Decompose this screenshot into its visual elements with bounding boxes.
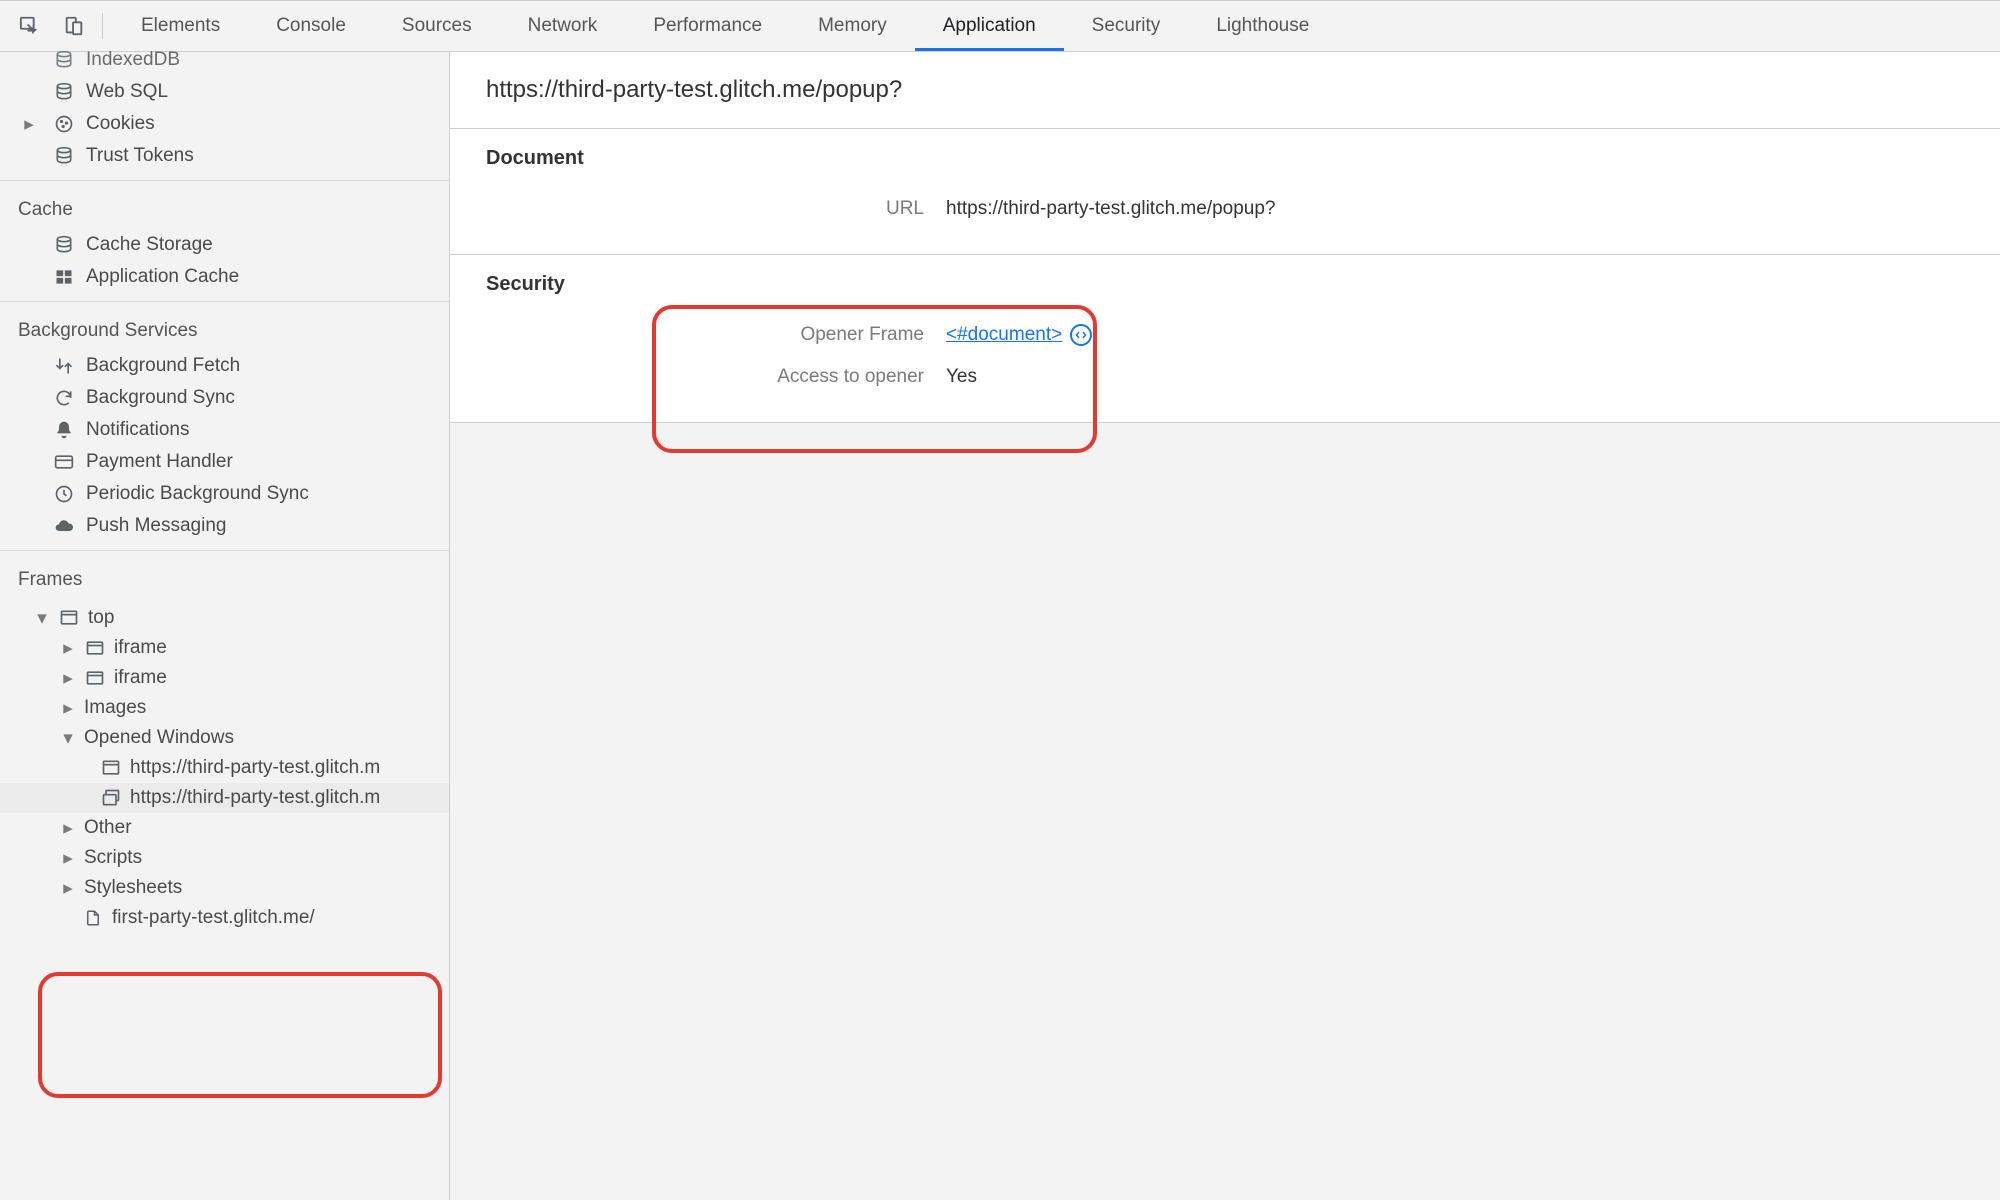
window-icon (100, 757, 122, 779)
chevron-right-icon: ▸ (60, 667, 76, 690)
document-url-value: https://third-party-test.glitch.me/popup… (946, 198, 1276, 220)
tree-item-opened-windows[interactable]: ▾ Opened Windows (0, 723, 449, 753)
database-icon (52, 233, 76, 257)
sidebar-item-periodic-sync[interactable]: Periodic Background Sync (0, 478, 449, 510)
sidebar-item-label: Push Messaging (86, 515, 226, 537)
sidebar-item-label: Trust Tokens (86, 145, 194, 167)
frame-icon (84, 637, 106, 659)
database-icon (52, 80, 76, 104)
credit-card-icon (52, 450, 76, 474)
sidebar-group-background: Background Services (0, 310, 449, 350)
bell-icon (52, 418, 76, 442)
tree-item-label: Scripts (84, 847, 142, 869)
section-document: Document URL https://third-party-test.gl… (450, 129, 2000, 255)
tree-item-iframe[interactable]: ▸ iframe (0, 663, 449, 693)
chevron-down-icon: ▾ (34, 607, 50, 630)
sidebar-item-bg-fetch[interactable]: Background Fetch (0, 350, 449, 382)
tab-application[interactable]: Application (915, 1, 1064, 51)
section-heading-security: Security (486, 273, 1964, 296)
sidebar-item-cache-storage[interactable]: Cache Storage (0, 229, 449, 261)
sidebar-item-label: Cache Storage (86, 234, 213, 256)
sidebar-item-label: Web SQL (86, 81, 168, 103)
chevron-down-icon: ▾ (60, 727, 76, 750)
database-icon (52, 48, 76, 72)
chevron-right-icon: ▸ (60, 637, 76, 660)
opener-frame-label: Opener Frame (486, 324, 946, 346)
sidebar-item-notifications[interactable]: Notifications (0, 414, 449, 446)
tab-security[interactable]: Security (1064, 1, 1189, 51)
chevron-right-icon: ▸ (60, 847, 76, 870)
sidebar-item-label: Background Fetch (86, 355, 240, 377)
sidebar-item-label: Notifications (86, 419, 190, 441)
pane-title: https://third-party-test.glitch.me/popup… (450, 52, 2000, 129)
sidebar-item-payment[interactable]: Payment Handler (0, 446, 449, 478)
tree-item-stylesheets[interactable]: ▸ Stylesheets (0, 873, 449, 903)
chevron-right-icon: ▸ (60, 697, 76, 720)
chevron-right-icon: ▸ (60, 817, 76, 840)
section-security: Security Opener Frame <#document> Access… (450, 255, 2000, 423)
frame-details-pane: https://third-party-test.glitch.me/popup… (450, 52, 2000, 1200)
sidebar-item-appcache[interactable]: Application Cache (0, 261, 449, 293)
tree-item-label: Stylesheets (84, 877, 182, 899)
sidebar-item-indexeddb[interactable]: IndexedDB (0, 44, 449, 76)
tree-item-iframe[interactable]: ▸ iframe (0, 633, 449, 663)
access-opener-value: Yes (946, 366, 977, 388)
sidebar-item-label: IndexedDB (86, 49, 180, 71)
tree-item-file[interactable]: first-party-test.glitch.me/ (0, 903, 449, 933)
tab-network[interactable]: Network (500, 1, 626, 51)
sidebar-item-bg-sync[interactable]: Background Sync (0, 382, 449, 414)
clock-icon (52, 482, 76, 506)
tabbar-divider (102, 13, 103, 39)
sidebar-item-websql[interactable]: Web SQL (0, 76, 449, 108)
tree-item-other[interactable]: ▸ Other (0, 813, 449, 843)
tab-lighthouse[interactable]: Lighthouse (1188, 1, 1337, 51)
cloud-icon (52, 514, 76, 538)
section-heading-document: Document (486, 147, 1964, 170)
tab-performance[interactable]: Performance (625, 1, 790, 51)
sidebar-item-label: Payment Handler (86, 451, 233, 473)
sidebar-item-label: Background Sync (86, 387, 235, 409)
tree-item-label: https://third-party-test.glitch.m (130, 787, 380, 809)
sync-icon (52, 386, 76, 410)
sidebar-item-trusttokens[interactable]: Trust Tokens (0, 140, 449, 172)
windows-stack-icon (100, 787, 122, 809)
annotation-opened-windows (38, 972, 442, 1098)
tree-item-scripts[interactable]: ▸ Scripts (0, 843, 449, 873)
tree-item-label: Images (84, 697, 146, 719)
frame-icon (84, 667, 106, 689)
file-icon (82, 907, 104, 929)
tree-item-label: top (88, 607, 114, 629)
tree-item-label: Other (84, 817, 132, 839)
tree-item-top[interactable]: ▾ top (0, 603, 449, 633)
reveal-in-elements-icon[interactable] (1070, 324, 1092, 346)
tree-item-label: iframe (114, 667, 167, 689)
sidebar-item-label: Cookies (86, 113, 155, 135)
tab-memory[interactable]: Memory (790, 1, 915, 51)
window-icon (58, 607, 80, 629)
document-url-label: URL (486, 198, 946, 220)
chevron-right-icon: ▸ (60, 877, 76, 900)
sidebar-group-frames: Frames (0, 559, 449, 599)
access-opener-label: Access to opener (486, 366, 946, 388)
chevron-right-icon: ▸ (22, 113, 36, 136)
application-sidebar: IndexedDB Web SQL ▸ Cookies (0, 52, 450, 1200)
tree-item-opened-window-url[interactable]: https://third-party-test.glitch.m (0, 753, 449, 783)
sidebar-item-cookies[interactable]: ▸ Cookies (0, 108, 449, 140)
sidebar-item-label: Application Cache (86, 266, 239, 288)
sidebar-group-cache: Cache (0, 189, 449, 229)
tree-item-label: first-party-test.glitch.me/ (112, 907, 315, 929)
tree-item-label: https://third-party-test.glitch.m (130, 757, 380, 779)
sidebar-item-push[interactable]: Push Messaging (0, 510, 449, 542)
tree-item-label: Opened Windows (84, 727, 234, 749)
database-icon (52, 144, 76, 168)
tree-item-label: iframe (114, 637, 167, 659)
sidebar-item-label: Periodic Background Sync (86, 483, 309, 505)
cookie-icon (52, 112, 76, 136)
grid-icon (52, 265, 76, 289)
tree-item-opened-window-url-selected[interactable]: https://third-party-test.glitch.m (0, 783, 449, 813)
opener-frame-link[interactable]: <#document> (946, 324, 1062, 346)
transfer-icon (52, 354, 76, 378)
tree-item-images[interactable]: ▸ Images (0, 693, 449, 723)
